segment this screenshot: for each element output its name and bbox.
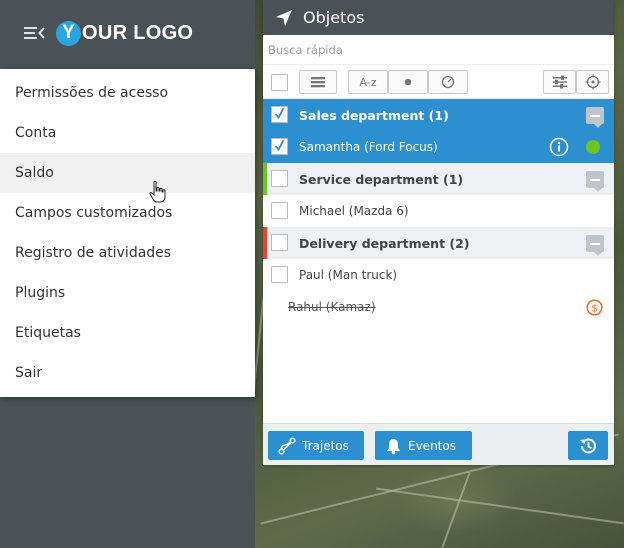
group-checkbox[interactable]: [271, 170, 288, 187]
check-icon: [275, 139, 284, 152]
menu-item-activity-log[interactable]: Registro de atividades: [0, 233, 255, 273]
events-label: Eventos: [408, 438, 456, 453]
quick-search-input[interactable]: Busca rápida: [263, 35, 614, 65]
group-name: Delivery department (2): [299, 235, 470, 251]
history-icon: [580, 438, 596, 453]
object-checkbox[interactable]: [271, 202, 288, 219]
dot-icon: [404, 78, 412, 86]
menu-item-plugins[interactable]: Plugins: [0, 273, 255, 313]
locate-button[interactable]: [576, 70, 609, 94]
sort-alphabetical-button[interactable]: A-z: [348, 70, 388, 94]
menu-item-custom-fields[interactable]: Campos customizados: [0, 193, 255, 233]
speedometer-icon: [441, 75, 455, 89]
group-row[interactable]: Delivery department (2): [263, 227, 614, 259]
check-icon: [275, 107, 284, 120]
object-row[interactable]: Michael (Mazda 6): [263, 195, 614, 227]
group-checkbox[interactable]: [271, 234, 288, 251]
sort-status-button[interactable]: [388, 70, 428, 94]
online-status-icon: [586, 140, 600, 154]
navigation-arrow-icon: [276, 9, 292, 26]
menu-item-access-permissions[interactable]: Permissões de acesso: [0, 73, 255, 113]
object-checkbox[interactable]: [271, 138, 288, 155]
hand-cursor-icon: [149, 180, 166, 203]
object-row[interactable]: Samantha (Ford Focus): [263, 131, 614, 163]
account-menu: Permissões de acesso Conta Saldo Campos …: [0, 69, 255, 397]
objects-panel-header: Objetos: [263, 0, 614, 35]
logo-text: OUR LOGO: [82, 21, 194, 44]
menu-item-tags[interactable]: Etiquetas: [0, 313, 255, 353]
history-button[interactable]: [568, 431, 608, 460]
panel-title: Objetos: [303, 8, 365, 27]
objects-panel-footer: Trajetos Eventos: [263, 423, 614, 465]
object-row[interactable]: Rahul (Kamaz) $: [263, 291, 614, 323]
object-name: Samantha (Ford Focus): [299, 140, 438, 154]
collapse-group-button[interactable]: [586, 235, 604, 256]
sidebar: Y OUR LOGO Permissões de acesso Conta Sa…: [0, 0, 255, 548]
sidebar-header: Y OUR LOGO: [0, 0, 255, 69]
group-color-strip: [263, 227, 267, 259]
group-name: Service department (1): [299, 171, 464, 187]
filter-settings-button[interactable]: [543, 70, 576, 94]
object-checkbox[interactable]: [271, 266, 288, 283]
menu-item-logout[interactable]: Sair: [0, 353, 255, 393]
bell-icon: [387, 438, 400, 454]
sort-label: A-z: [359, 75, 377, 89]
logo: Y OUR LOGO: [56, 20, 193, 46]
billing-warning-icon[interactable]: $: [586, 299, 603, 316]
group-name: Sales department (1): [299, 107, 449, 123]
sliders-icon: [552, 75, 567, 89]
info-icon[interactable]: [549, 137, 569, 157]
select-all-checkbox[interactable]: [271, 74, 288, 91]
collapse-group-button[interactable]: [586, 171, 604, 192]
group-checkbox[interactable]: [271, 106, 288, 123]
object-name: Rahul (Kamaz): [288, 300, 376, 314]
collapse-menu-icon[interactable]: [24, 24, 46, 42]
svg-text:$: $: [591, 303, 597, 314]
objects-list: Sales department (1) Samantha (Ford Focu…: [263, 99, 614, 323]
group-view-button[interactable]: [299, 70, 337, 94]
group-row[interactable]: Service department (1): [263, 163, 614, 195]
object-name: Paul (Man truck): [299, 268, 398, 282]
route-icon: [278, 436, 296, 455]
crosshair-icon: [585, 74, 600, 90]
group-color-strip: [263, 99, 267, 131]
menu-item-balance[interactable]: Saldo: [0, 153, 255, 193]
group-row[interactable]: Sales department (1): [263, 99, 614, 131]
object-name: Michael (Mazda 6): [299, 204, 409, 218]
logo-mark: Y: [56, 20, 81, 46]
object-row[interactable]: Paul (Man truck): [263, 259, 614, 291]
group-color-strip: [263, 163, 267, 195]
objects-panel: Objetos Busca rápida A-z Sales departmen…: [263, 0, 614, 465]
collapse-group-button[interactable]: [586, 107, 604, 128]
menu-item-account[interactable]: Conta: [0, 113, 255, 153]
tracks-button[interactable]: Trajetos: [268, 431, 364, 460]
sort-speed-button[interactable]: [428, 70, 468, 94]
list-icon: [311, 77, 325, 88]
objects-toolbar: A-z: [263, 65, 614, 99]
tracks-label: Trajetos: [302, 438, 349, 453]
events-button[interactable]: Eventos: [375, 431, 472, 460]
